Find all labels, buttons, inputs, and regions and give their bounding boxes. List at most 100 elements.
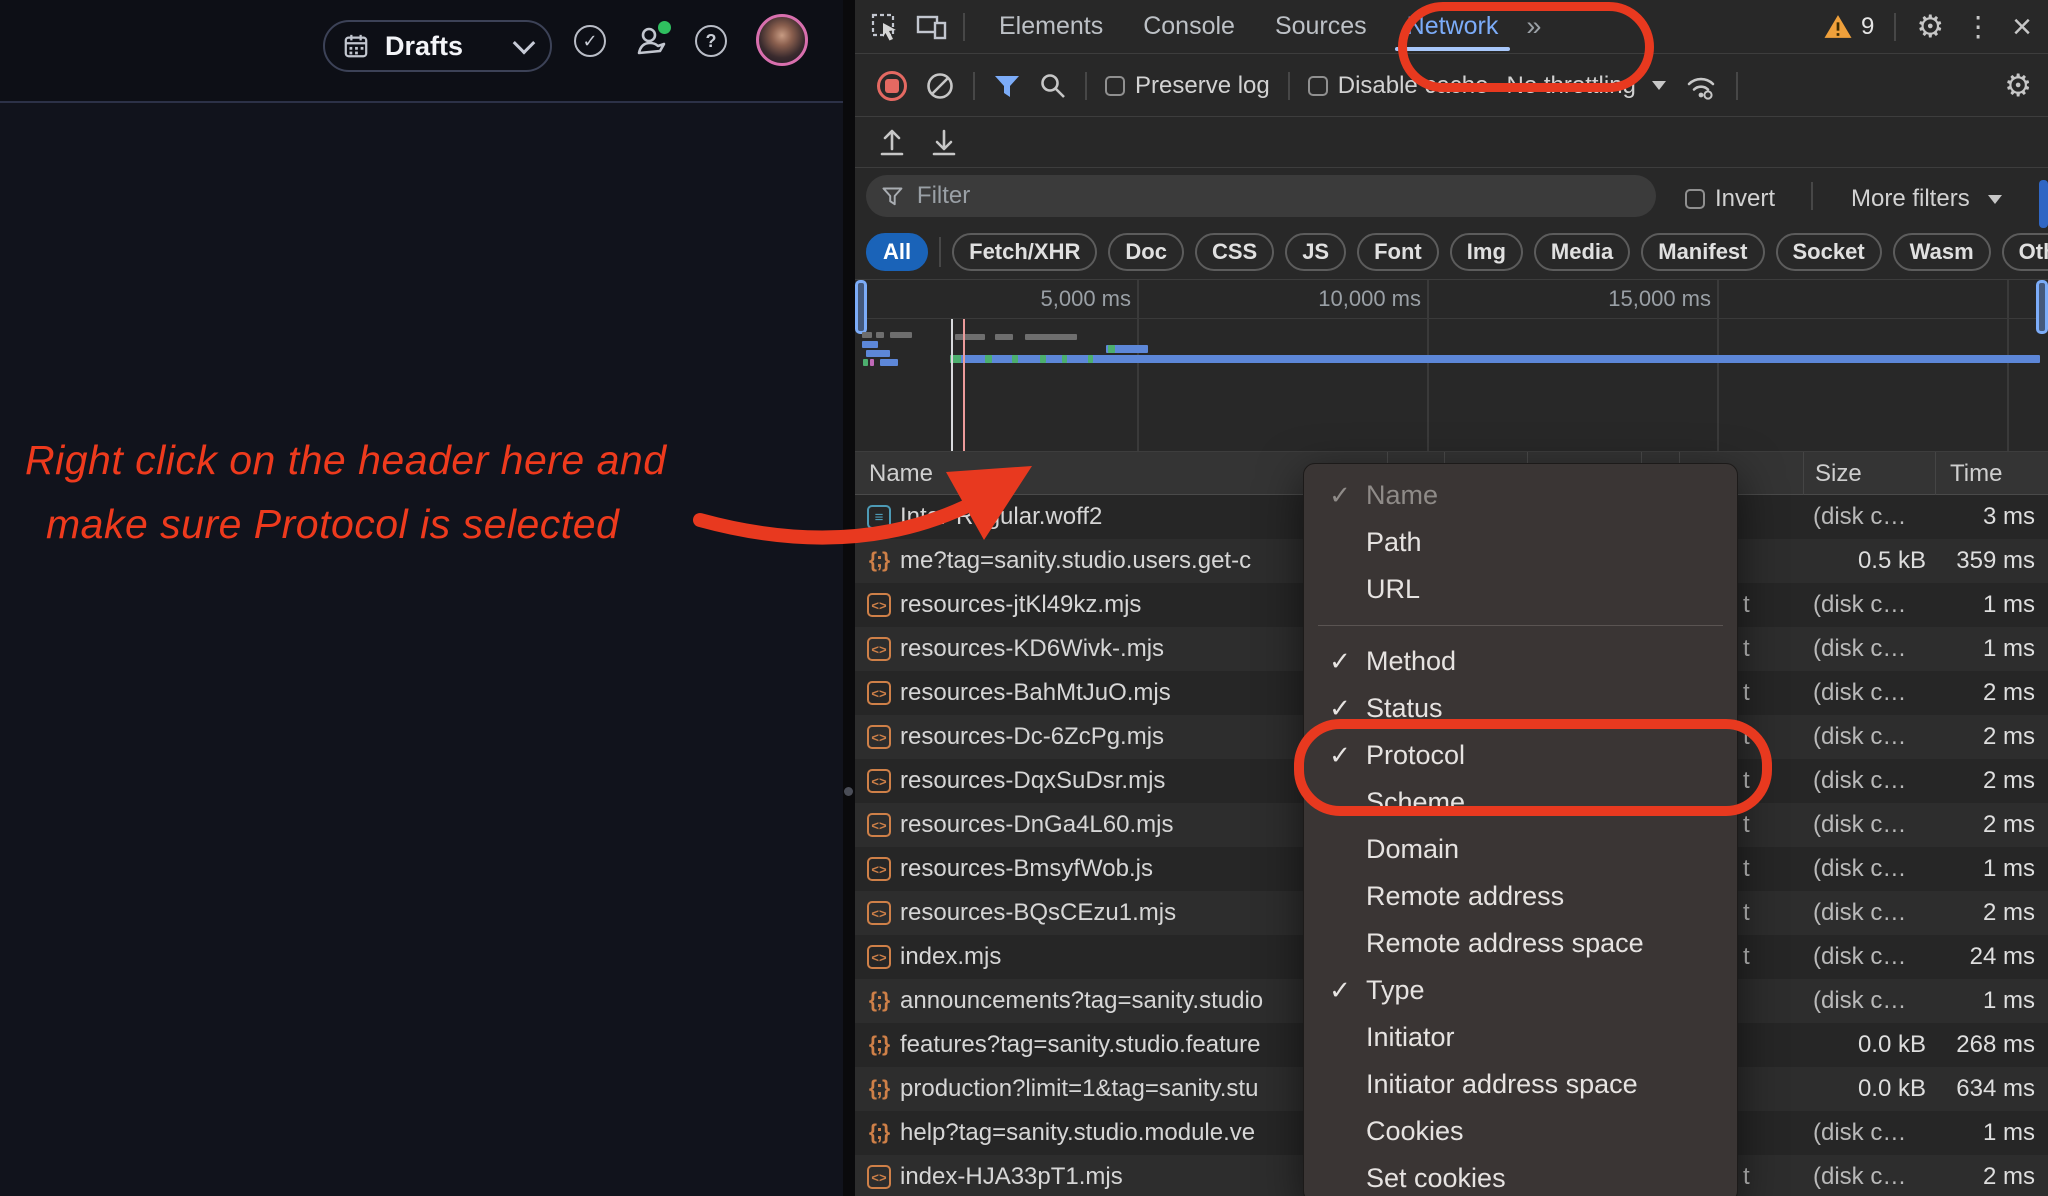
network-toolbar: Preserve log Disable cache No throttling…: [855, 55, 2048, 117]
request-time: 359 ms: [1936, 539, 2048, 583]
menu-item-name: ✓Name: [1304, 472, 1737, 519]
request-name[interactable]: resources-jtKl49kz.mjs: [900, 583, 1300, 627]
menu-item-domain[interactable]: Domain: [1304, 826, 1737, 873]
user-avatar[interactable]: [756, 14, 808, 66]
filter-chip-wasm[interactable]: Wasm: [1893, 233, 1991, 271]
devtools-settings-button[interactable]: ⚙: [1916, 11, 1944, 42]
request-name[interactable]: resources-BQsCEzu1.mjs: [900, 891, 1300, 935]
pane-resize-handle[interactable]: [844, 787, 853, 796]
request-name[interactable]: resources-DnGa4L60.mjs: [900, 803, 1300, 847]
publish-check-button[interactable]: ✓: [574, 25, 606, 57]
clear-network-log-icon[interactable]: [925, 71, 955, 101]
scrollbar-thumb[interactable]: [2039, 180, 2048, 228]
presence-users-button[interactable]: [633, 22, 671, 60]
disable-cache-checkbox[interactable]: [1308, 76, 1328, 96]
overview-right-handle[interactable]: [2036, 280, 2048, 334]
script-icon: <>: [867, 945, 891, 969]
inspect-element-icon[interactable]: [869, 11, 901, 43]
menu-item-initiator[interactable]: Initiator: [1304, 1014, 1737, 1061]
filter-chip-img[interactable]: Img: [1450, 233, 1523, 271]
search-icon[interactable]: [1039, 72, 1067, 100]
invert-filter-toggle[interactable]: Invert: [1685, 185, 1775, 213]
console-warnings-button[interactable]: 9: [1823, 13, 1874, 41]
overview-left-handle[interactable]: [855, 280, 867, 334]
online-presence-dot: [656, 19, 673, 36]
network-filter-field[interactable]: [866, 175, 1656, 217]
menu-item-url[interactable]: URL: [1304, 566, 1737, 613]
menu-item-scheme[interactable]: Scheme: [1304, 779, 1737, 826]
filter-chip-css[interactable]: CSS: [1195, 233, 1274, 271]
request-name[interactable]: announcements?tag=sanity.studio: [900, 979, 1300, 1023]
menu-item-method[interactable]: ✓Method: [1304, 638, 1737, 685]
request-name[interactable]: production?limit=1&tag=sanity.stu: [900, 1067, 1300, 1111]
drafts-dropdown-button[interactable]: Drafts: [323, 20, 552, 72]
device-toolbar-icon[interactable]: [915, 12, 949, 42]
request-size: (disk c…: [1804, 759, 1934, 803]
menu-item-protocol[interactable]: ✓Protocol: [1304, 732, 1737, 779]
network-overview-timeline[interactable]: 5,000 ms 10,000 ms 15,000 ms: [855, 280, 2048, 452]
request-name[interactable]: resources-Dc-6ZcPg.mjs: [900, 715, 1300, 759]
filter-funnel-icon[interactable]: [993, 73, 1021, 99]
script-icon: <>: [867, 593, 891, 617]
checkmark-icon: ✓: [1322, 638, 1358, 685]
waterfall-bar: [1025, 334, 1077, 340]
har-import-icon[interactable]: [877, 127, 907, 159]
filter-chip-font[interactable]: Font: [1357, 233, 1439, 271]
menu-item-remote-address-space[interactable]: Remote address space: [1304, 920, 1737, 967]
request-name[interactable]: resources-BahMtJuO.mjs: [900, 671, 1300, 715]
network-settings-button[interactable]: ⚙: [2004, 70, 2048, 101]
filter-chip-other[interactable]: Other: [2002, 233, 2048, 271]
more-tabs-button[interactable]: »: [1526, 11, 1541, 42]
har-export-icon[interactable]: [929, 127, 959, 159]
menu-item-path[interactable]: Path: [1304, 519, 1737, 566]
tab-sources[interactable]: Sources: [1255, 0, 1387, 54]
throttling-dropdown[interactable]: No throttling: [1506, 72, 1665, 100]
filter-chip-manifest[interactable]: Manifest: [1641, 233, 1764, 271]
request-name[interactable]: me?tag=sanity.studio.users.get-c: [900, 539, 1300, 583]
preserve-log-checkbox[interactable]: [1105, 76, 1125, 96]
menu-item-initiator-address-space[interactable]: Initiator address space: [1304, 1061, 1737, 1108]
request-name[interactable]: help?tag=sanity.studio.module.ve: [900, 1111, 1300, 1155]
column-header-size[interactable]: Size: [1815, 460, 1862, 488]
request-size: (disk c…: [1804, 671, 1934, 715]
help-button[interactable]: ?: [695, 25, 727, 57]
waterfall-bar: [870, 359, 874, 366]
filter-chip-doc[interactable]: Doc: [1108, 233, 1184, 271]
menu-item-type[interactable]: ✓Type: [1304, 967, 1737, 1014]
more-filters-dropdown[interactable]: More filters: [1851, 185, 2002, 213]
filter-chip-fetch-xhr[interactable]: Fetch/XHR: [952, 233, 1097, 271]
tab-network[interactable]: Network: [1387, 0, 1519, 54]
request-name[interactable]: Inter-Regular.woff2: [900, 495, 1300, 539]
menu-item-label: Remote address: [1366, 881, 1564, 911]
request-name[interactable]: index-HJA33pT1.mjs: [900, 1155, 1300, 1196]
request-name[interactable]: resources-DqxSuDsr.mjs: [900, 759, 1300, 803]
request-name[interactable]: features?tag=sanity.studio.feature: [900, 1023, 1300, 1067]
menu-item-remote-address[interactable]: Remote address: [1304, 873, 1737, 920]
column-header-time[interactable]: Time: [1950, 460, 2002, 488]
network-conditions-icon[interactable]: [1684, 71, 1718, 101]
filter-chip-all[interactable]: All: [866, 233, 928, 271]
request-name[interactable]: resources-BmsyfWob.js: [900, 847, 1300, 891]
menu-item-cookies[interactable]: Cookies: [1304, 1108, 1737, 1155]
tab-elements[interactable]: Elements: [979, 0, 1123, 54]
filter-input[interactable]: [915, 181, 1640, 211]
request-type-fragment: t: [1743, 627, 1783, 671]
filter-chip-js[interactable]: JS: [1285, 233, 1346, 271]
disable-cache-toggle[interactable]: Disable cache: [1308, 72, 1489, 100]
request-name[interactable]: index.mjs: [900, 935, 1300, 979]
record-network-log-button[interactable]: [877, 71, 907, 101]
warning-triangle-icon: [1823, 13, 1853, 40]
request-name[interactable]: resources-KD6Wivk-.mjs: [900, 627, 1300, 671]
devtools-menu-button[interactable]: ⋮: [1964, 13, 1992, 41]
tab-console[interactable]: Console: [1123, 0, 1255, 54]
fetch-icon: {;}: [867, 989, 891, 1013]
menu-item-set-cookies[interactable]: Set cookies: [1304, 1155, 1737, 1196]
column-header-name[interactable]: Name: [869, 460, 933, 488]
invert-checkbox[interactable]: [1685, 189, 1705, 209]
filter-chip-media[interactable]: Media: [1534, 233, 1630, 271]
dropdown-arrow-icon: [1652, 81, 1666, 90]
devtools-close-button[interactable]: ×: [2012, 10, 2032, 44]
filter-chip-socket[interactable]: Socket: [1776, 233, 1882, 271]
preserve-log-toggle[interactable]: Preserve log: [1105, 72, 1270, 100]
menu-item-status[interactable]: ✓Status: [1304, 685, 1737, 732]
